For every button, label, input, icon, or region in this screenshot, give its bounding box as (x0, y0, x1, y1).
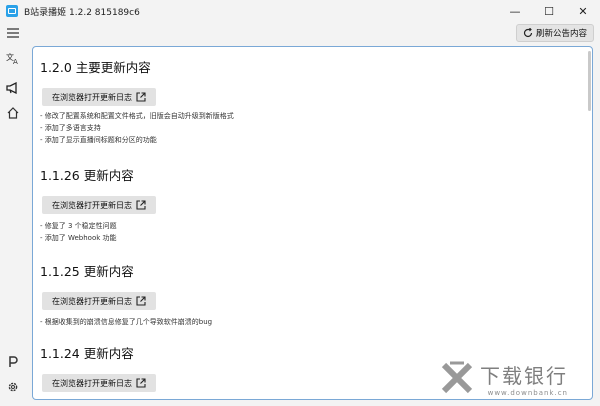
watermark-url: www.downbank.cn (487, 388, 568, 397)
sidebar: 文A (0, 22, 26, 406)
open-changelog-button[interactable]: 在浏览器打开更新日志 (42, 374, 156, 392)
external-link-icon (136, 200, 146, 210)
maximize-button[interactable]: ☐ (532, 0, 566, 22)
version-title: 1.1.25 更新内容 (40, 264, 134, 279)
home-icon[interactable] (3, 103, 23, 123)
open-changelog-label: 在浏览器打开更新日志 (52, 296, 132, 306)
open-changelog-label: 在浏览器打开更新日志 (52, 378, 132, 388)
minimize-button[interactable]: — (498, 0, 532, 22)
change-item: - 根据收集到的崩溃信息修复了几个导致软件崩溃的bug (40, 318, 213, 326)
external-link-icon (136, 296, 146, 306)
menu-icon[interactable] (3, 23, 23, 43)
change-item: - 修改了配置系统和配置文件格式，旧版会自动升级到新版格式 (40, 112, 234, 120)
version-section: 1.1.26 更新内容 在浏览器打开更新日志 - 修复了 3 个稳定性问题 - … (40, 165, 156, 242)
version-section: 1.2.0 主要更新内容 在浏览器打开更新日志 - 修改了配置系统和配置文件格式… (40, 57, 234, 144)
window-controls: — ☐ ✕ (498, 0, 600, 22)
change-item: - 添加了多语言支持 (40, 124, 101, 132)
open-changelog-button[interactable]: 在浏览器打开更新日志 (42, 196, 156, 214)
version-title: 1.1.26 更新内容 (40, 168, 134, 183)
change-list: - 根据收集到的崩溃信息修复了几个导致软件崩溃的bug (40, 316, 212, 328)
external-link-icon (136, 92, 146, 102)
translate-icon[interactable]: 文A (3, 48, 23, 68)
version-title: 1.1.24 更新内容 (40, 346, 134, 361)
change-list: - 修复了 3 个稳定性问题 - 添加了 Webhook 功能 (40, 220, 117, 244)
version-section: 1.1.24 更新内容 在浏览器打开更新日志 (40, 343, 156, 392)
close-button[interactable]: ✕ (566, 0, 600, 22)
open-changelog-button[interactable]: 在浏览器打开更新日志 (42, 88, 156, 106)
open-changelog-button[interactable]: 在浏览器打开更新日志 (42, 292, 156, 310)
watermark-text: 下载银行 (480, 363, 568, 388)
refresh-icon (523, 28, 533, 38)
watermark-logo-icon (441, 361, 473, 394)
change-list: - 修改了配置系统和配置文件格式，旧版会自动升级到新版格式 - 添加了多语言支持… (40, 110, 234, 146)
svg-text:A: A (13, 58, 18, 64)
change-item: - 修复了 3 个稳定性问题 (40, 222, 117, 230)
announcement-icon[interactable] (3, 78, 23, 98)
refresh-label: 刷新公告内容 (535, 29, 587, 39)
announcement-panel[interactable]: 1.2.0 主要更新内容 在浏览器打开更新日志 - 修改了配置系统和配置文件格式… (32, 46, 593, 400)
change-item: - 添加了显示直播间标题和分区的功能 (40, 136, 157, 144)
change-item: - 添加了 Webhook 功能 (40, 234, 117, 242)
open-changelog-label: 在浏览器打开更新日志 (52, 92, 132, 102)
scrollbar[interactable] (588, 51, 591, 111)
logo-icon[interactable] (3, 352, 23, 372)
refresh-announcement-button[interactable]: 刷新公告内容 (516, 24, 594, 42)
app-icon (6, 5, 18, 17)
title-bar: B站录播姬 1.2.2 815189c6 — ☐ ✕ (0, 0, 600, 22)
open-changelog-label: 在浏览器打开更新日志 (52, 200, 132, 210)
version-section: 1.1.25 更新内容 在浏览器打开更新日志 - 根据收集到的崩溃信息修复了几个… (40, 261, 212, 326)
window-title: B站录播姬 1.2.2 815189c6 (24, 7, 140, 18)
version-title: 1.2.0 主要更新内容 (40, 60, 151, 75)
watermark: 下载银行 www.downbank.cn (440, 356, 590, 400)
external-link-icon (136, 378, 146, 388)
gear-icon[interactable] (3, 377, 23, 397)
